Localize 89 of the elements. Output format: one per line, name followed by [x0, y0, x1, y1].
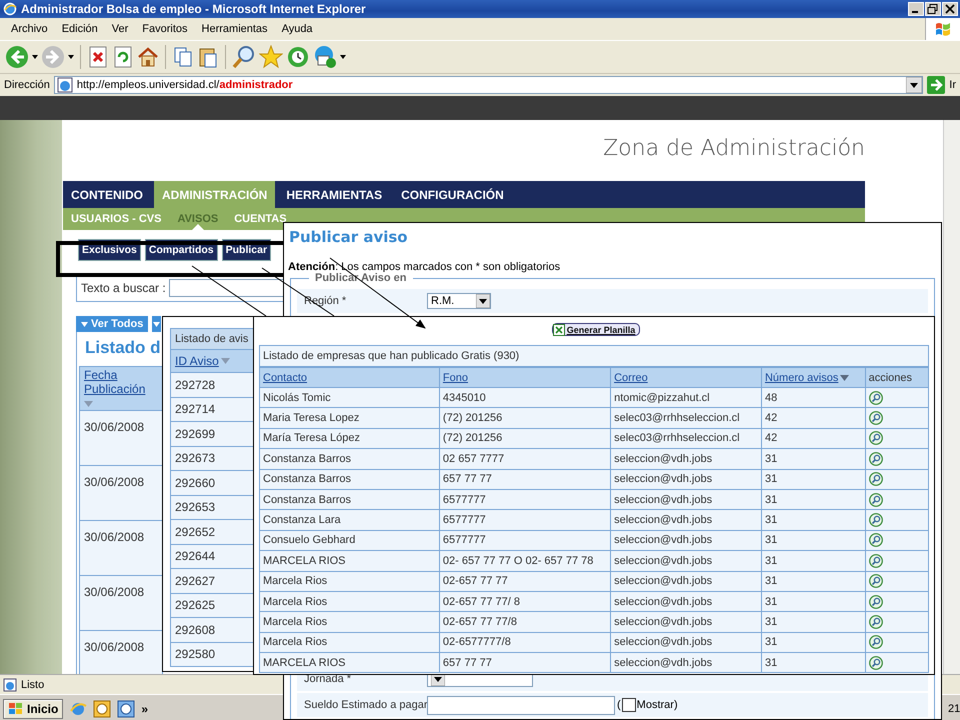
table-cell: Maria Teresa Lopez [260, 408, 440, 428]
table-cell: 30/06/2008 [80, 410, 162, 466]
table-cell: 02-657 77 77/ 8 [439, 591, 611, 612]
table-cell: Marcela Rios [260, 612, 440, 632]
table-cell: 292714 [170, 398, 253, 422]
window-title: Publicar aviso [289, 228, 409, 246]
table-cell: MARCELA RIOS [260, 550, 440, 572]
table-cell: seleccion@vdh.jobs [610, 550, 762, 572]
list-title: Listado d [85, 338, 161, 358]
table-cell: seleccion@vdh.jobs [610, 612, 762, 632]
table-cell: 30/06/2008 [80, 466, 162, 520]
table-cell: 02- 657 77 77 O 02- 657 77 78 [439, 550, 611, 572]
table-cell: Marcela Rios [260, 632, 440, 653]
table-cell: María Teresa López [260, 428, 440, 449]
window-title: Administrador Bolsa de empleo - Microsoft Internet Explorer [21, 2, 367, 16]
table-cell: 42 [761, 408, 866, 428]
fieldset-legend: Publicar Aviso en [309, 272, 412, 284]
clock-text: 21 [948, 702, 960, 714]
table-cell: seleccion@vdh.jobs [610, 489, 762, 510]
table-cell: 6577777 [439, 489, 611, 510]
table-cell: 292644 [170, 544, 253, 569]
table-cell: 31 [761, 632, 866, 653]
table-cell: Constanza Barros [260, 448, 440, 470]
table-cell: Constanza Lara [260, 510, 440, 530]
table-cell: seleccion@vdh.jobs [610, 652, 762, 673]
table-cell: 657 77 77 [439, 652, 611, 673]
table-cell: 6577777 [439, 530, 611, 551]
table-cell: seleccion@vdh.jobs [610, 469, 762, 490]
table-cell: seleccion@vdh.jobs [610, 632, 762, 653]
table-cell: 02-6577777/8 [439, 632, 611, 653]
table-cell: 31 [761, 510, 866, 530]
search-label: Texto a buscar : [81, 281, 166, 295]
table-caption: Listado de empresas que han publicado Gratis (930) [259, 345, 929, 367]
table-cell: seleccion@vdh.jobs [610, 591, 762, 612]
table-cell: 292728 [170, 373, 253, 398]
table-cell: 292580 [170, 642, 253, 667]
table-cell: 6577777 [439, 510, 611, 530]
table-cell: 4345010 [439, 388, 611, 408]
table-cell: 292608 [170, 618, 253, 642]
status-text: Listo [21, 678, 44, 690]
table-cell: 31 [761, 591, 866, 612]
table-cell: 292673 [170, 446, 253, 471]
table-cell: selec03@rrhhseleccion.cl [610, 408, 762, 428]
table-cell: (72) 201256 [439, 408, 611, 428]
table-cell: 292660 [170, 471, 253, 496]
table-cell: Nicolás Tomic [260, 388, 440, 408]
column-header: acciones [865, 368, 928, 388]
table-cell: selec03@rrhhseleccion.cl [610, 428, 762, 449]
table-cell: 02 657 7777 [439, 448, 611, 470]
table-cell: Consuelo Gebhard [260, 530, 440, 551]
table-cell: MARCELA RIOS [260, 652, 440, 673]
table-cell: 31 [761, 489, 866, 510]
table-cell: (72) 201256 [439, 428, 611, 449]
table-cell: 30/06/2008 [80, 630, 162, 674]
table-cell: seleccion@vdh.jobs [610, 448, 762, 470]
table-cell: 31 [761, 612, 866, 632]
table-cell: seleccion@vdh.jobs [610, 530, 762, 551]
field-label: Sueldo Estimado a pagar [304, 699, 427, 711]
table-cell: ntomic@pizzahut.cl [610, 388, 762, 408]
table-cell: 31 [761, 469, 866, 490]
table-cell: 02-657 77 77 [439, 571, 611, 592]
table-cell: 31 [761, 652, 866, 673]
table-cell: 31 [761, 550, 866, 572]
table-cell: 31 [761, 571, 866, 592]
table-cell: 30/06/2008 [80, 576, 162, 630]
table-cell: seleccion@vdh.jobs [610, 571, 762, 592]
table-cell: Marcela Rios [260, 571, 440, 592]
table-cell: 31 [761, 448, 866, 470]
table-cell: Marcela Rios [260, 591, 440, 612]
field-label: Jornada * [304, 673, 352, 685]
table-cell: Constanza Barros [260, 489, 440, 510]
table-cell: 292625 [170, 594, 253, 618]
table-caption: Listado de avis [170, 328, 253, 350]
url-text: http://empleos.universidad.cl/administrador [76, 79, 294, 91]
table-cell: Constanza Barros [260, 469, 440, 490]
table-cell: 30/06/2008 [80, 520, 162, 576]
table-cell: seleccion@vdh.jobs [610, 510, 762, 530]
table-cell: 657 77 77 [439, 469, 611, 490]
address-label: Dirección [4, 79, 50, 91]
table-cell: 48 [761, 388, 866, 408]
table-cell: 292652 [170, 520, 253, 544]
page-heading: Zona de Administración [602, 136, 865, 163]
table-cell: 292653 [170, 496, 253, 520]
table-cell: 31 [761, 530, 866, 551]
table-cell: 292699 [170, 422, 253, 446]
notice-text: Atención: Los campos marcados con * son obligatorios [288, 261, 562, 273]
table-cell: 292627 [170, 569, 253, 594]
table-cell: 02-657 77 77/8 [439, 612, 611, 632]
table-cell: 42 [761, 428, 866, 449]
